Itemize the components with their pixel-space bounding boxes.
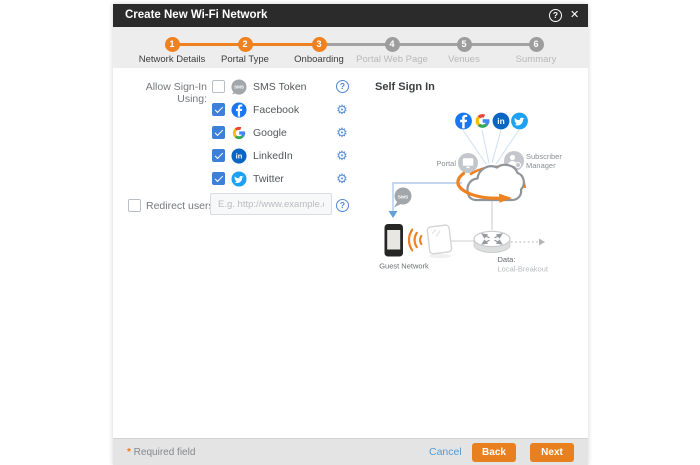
linkedin-gear-icon[interactable]: ⚙ (335, 148, 349, 164)
linkedin-checkbox[interactable] (212, 149, 225, 162)
close-icon[interactable]: ✕ (570, 8, 579, 23)
sms-bubble-icon: SMS (394, 187, 412, 208)
back-button[interactable]: Back (472, 443, 516, 462)
subscriber-label-1: Subscriber (526, 152, 562, 161)
stepper-connector-5-6 (464, 43, 536, 46)
required-field-note: * Required field (127, 447, 196, 458)
svg-text:SMS: SMS (398, 194, 409, 200)
step-circle-network-details[interactable]: 1 (164, 36, 180, 52)
signin-option-label: Facebook (253, 104, 300, 116)
linkedin-icon (492, 112, 510, 130)
twitter-icon (511, 112, 528, 130)
stepper-connector-4-5 (392, 43, 464, 46)
subscriber-label-2: Manager (526, 161, 556, 170)
google-gear-icon[interactable]: ⚙ (335, 125, 349, 141)
local-breakout-label: Local-Breakout (498, 265, 549, 274)
step-label-summary[interactable]: Summary (491, 54, 581, 65)
sms-token-help-icon[interactable]: ? (336, 80, 349, 93)
wifi-signal-icon (407, 228, 423, 252)
facebook-gear-icon[interactable]: ⚙ (335, 102, 349, 118)
dialog-title: Create New Wi-Fi Network (125, 9, 268, 21)
next-button[interactable]: Next (530, 443, 574, 462)
twitter-gear-icon[interactable]: ⚙ (335, 171, 349, 187)
access-point-icon (426, 224, 453, 255)
portal-label: Portal (436, 159, 456, 168)
signin-option-label: Google (253, 127, 287, 139)
twitter-checkbox[interactable] (212, 172, 225, 185)
step-circle-portal-type[interactable]: 2 (237, 36, 253, 52)
twitter-icon (231, 171, 247, 187)
router-icon (473, 230, 511, 253)
redirect-url-input[interactable] (210, 193, 332, 215)
titlebar-help-icon[interactable]: ? (549, 9, 562, 22)
step-circle-summary[interactable]: 6 (528, 36, 544, 52)
diagram-title: Self Sign In (375, 81, 435, 93)
data-label: Data: (498, 255, 516, 264)
stepper-connector-1-2 (172, 43, 245, 46)
self-sign-in-diagram: Portal Subscriber Manager SMS Guest Netw… (379, 110, 562, 274)
step-circle-portal-web-page[interactable]: 4 (384, 36, 400, 52)
cancel-link[interactable]: Cancel (429, 446, 462, 458)
right-arrow-icon (539, 238, 545, 246)
sms-icon (231, 79, 247, 95)
google-icon (472, 110, 493, 131)
stepper-connector-3-4 (319, 43, 392, 46)
create-wifi-network-dialog: Create New Wi-Fi Network ? ✕ 1 2 3 4 5 6… (113, 4, 588, 465)
sms-token-checkbox[interactable] (212, 80, 225, 93)
step-circle-venues[interactable]: 5 (456, 36, 472, 52)
signin-row-sms-token: SMS Token ? (113, 79, 588, 95)
onboarding-step-content: Allow Sign-In Using: SMS Token ? Faceboo… (113, 68, 588, 438)
facebook-icon (455, 112, 472, 130)
signin-option-label: SMS Token (253, 81, 307, 93)
signin-option-label: LinkedIn (253, 150, 293, 162)
dialog-titlebar: Create New Wi-Fi Network ? ✕ (113, 4, 588, 27)
facebook-icon (231, 102, 247, 118)
signin-option-label: Twitter (253, 173, 284, 185)
down-arrow-icon (388, 211, 398, 218)
facebook-checkbox[interactable] (212, 103, 225, 116)
google-icon (231, 125, 247, 141)
portal-monitor-glyph (462, 158, 474, 166)
stepper-connector-2-3 (245, 43, 319, 46)
linkedin-icon (231, 148, 247, 164)
redirect-checkbox[interactable] (128, 199, 141, 212)
step-circle-onboarding[interactable]: 3 (311, 36, 327, 52)
redirect-help-icon[interactable]: ? (336, 199, 349, 212)
wizard-stepper: 1 2 3 4 5 6 Network Details Portal Type … (113, 27, 588, 68)
google-checkbox[interactable] (212, 126, 225, 139)
guest-network-label: Guest Network (379, 262, 429, 271)
dialog-footer: * Required field Cancel Back Next (113, 438, 588, 465)
